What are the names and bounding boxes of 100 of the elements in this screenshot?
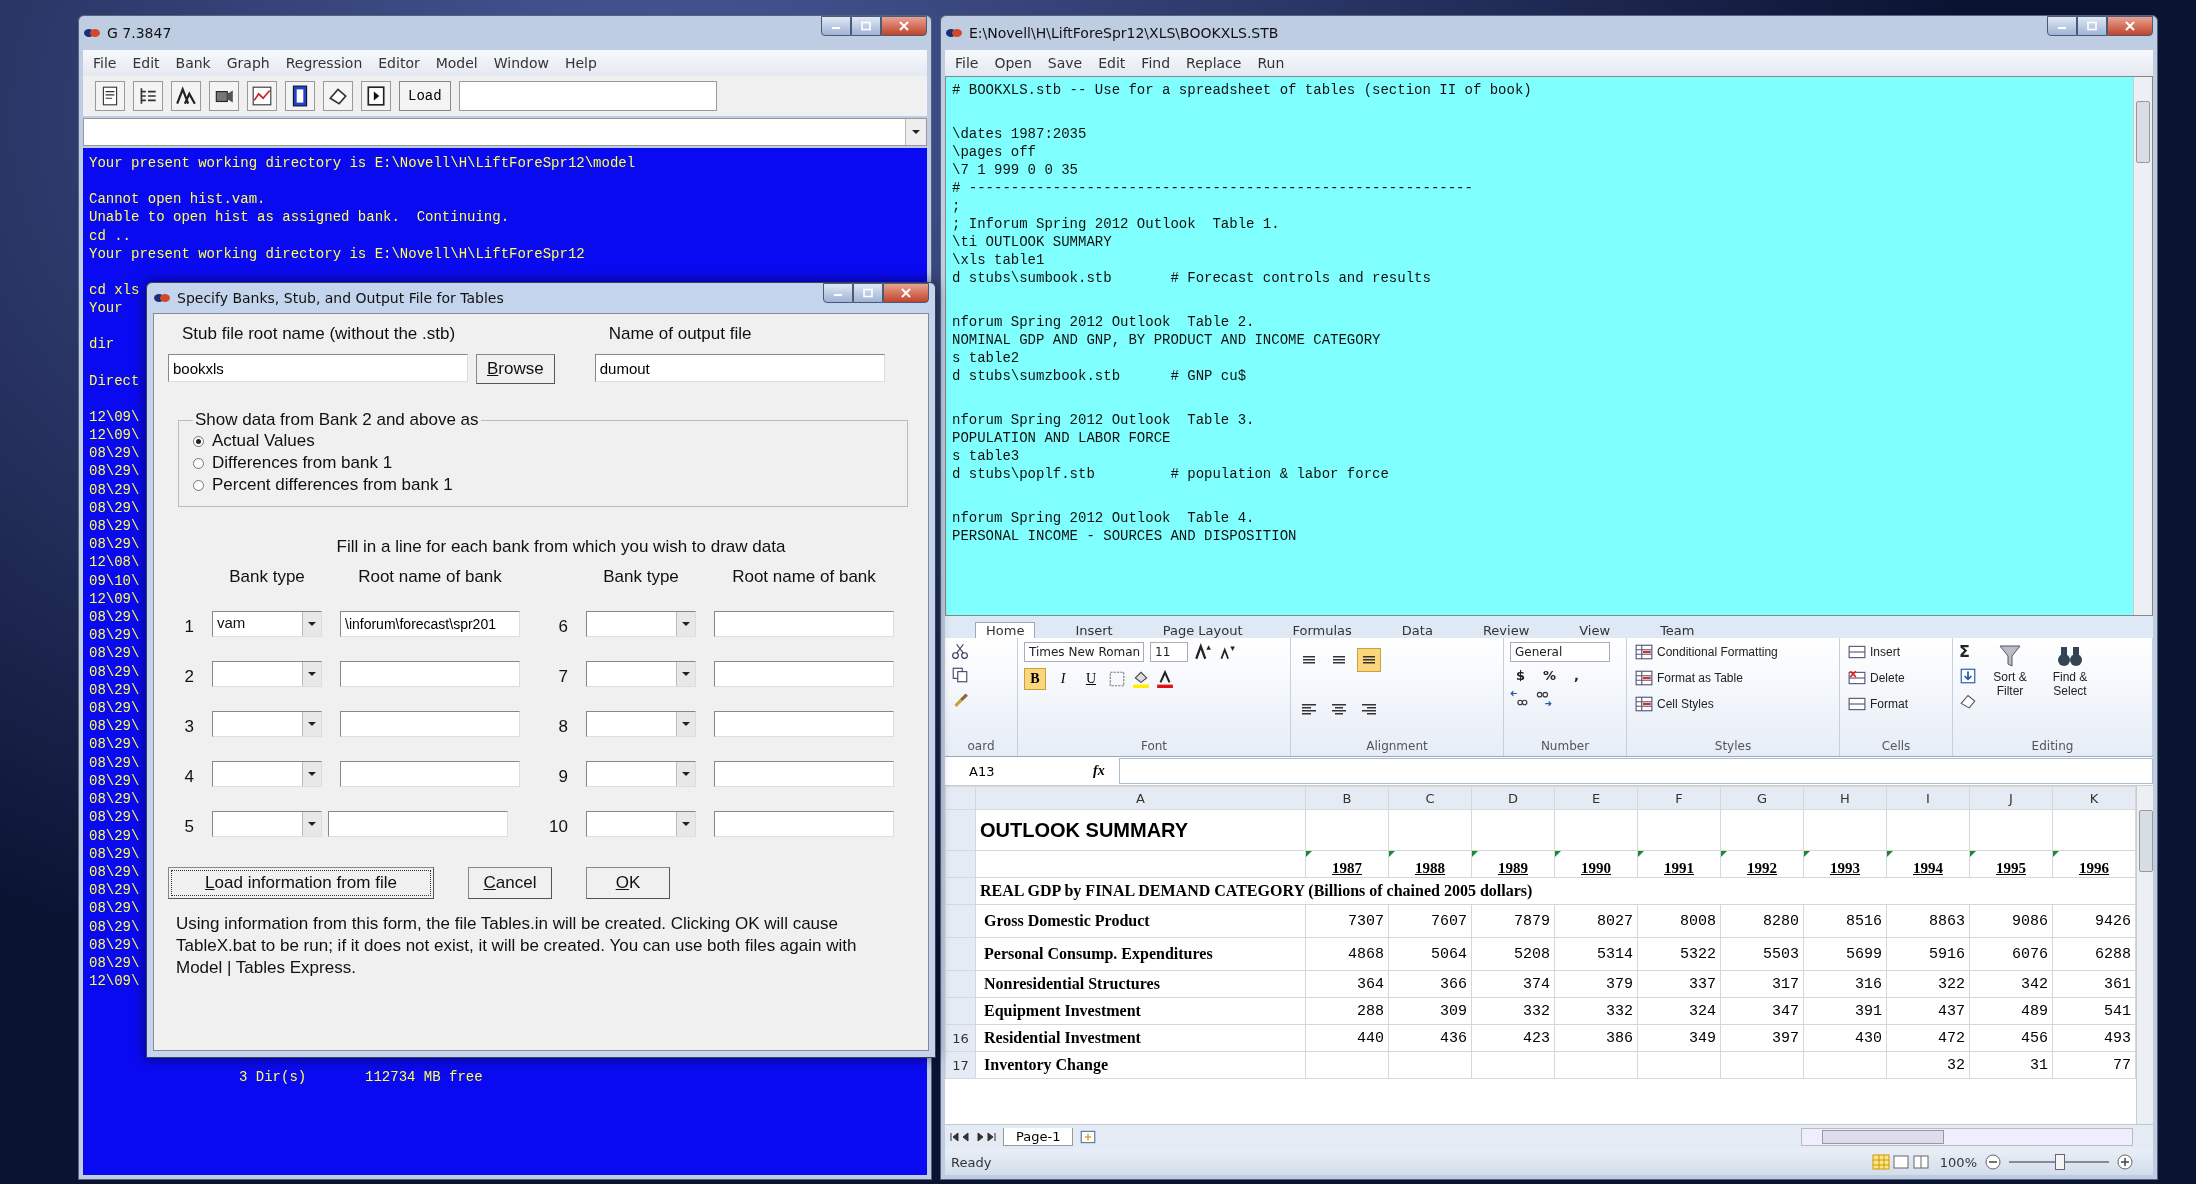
maximize-button[interactable]: [853, 283, 883, 303]
menu-item[interactable]: File: [955, 55, 979, 71]
menu-item[interactable]: Bank: [175, 55, 211, 71]
menu-item[interactable]: Window: [493, 55, 549, 71]
column-header[interactable]: G: [1720, 786, 1804, 810]
shrink-font-icon[interactable]: [1218, 643, 1236, 661]
column-header[interactable]: F: [1637, 786, 1721, 810]
radio-button[interactable]: [193, 479, 204, 491]
minimize-button[interactable]: [823, 283, 853, 303]
ribbon-button[interactable]: Cell Styles: [1633, 694, 1833, 714]
menu-item[interactable]: Model: [435, 55, 478, 71]
menu-item[interactable]: Graph: [226, 55, 270, 71]
ribbon-button[interactable]: Delete: [1846, 668, 1946, 688]
bank-root-field[interactable]: [340, 661, 520, 687]
toolbar-button[interactable]: [323, 81, 353, 111]
output-file-field[interactable]: dumout: [594, 354, 885, 382]
fill-bucket-icon[interactable]: [1132, 670, 1150, 688]
sheet-tab[interactable]: Page-1: [1003, 1128, 1074, 1146]
ribbon-button[interactable]: Format: [1846, 694, 1946, 714]
toolbar-button[interactable]: [285, 81, 315, 111]
browse-button[interactable]: Browse: [476, 354, 555, 384]
sheet-navigation-icon[interactable]: [949, 1131, 997, 1143]
column-header[interactable]: A: [975, 786, 1306, 810]
dropdown-button[interactable]: [676, 612, 695, 636]
sum-button[interactable]: Σ: [1959, 642, 1977, 661]
dropdown-button[interactable]: [676, 812, 695, 836]
radio-button[interactable]: [193, 457, 204, 469]
menu-item[interactable]: Help: [564, 55, 597, 71]
dropdown-button[interactable]: [302, 612, 321, 636]
menu-item[interactable]: Edit: [1098, 55, 1126, 71]
bank-root-field[interactable]: [714, 761, 894, 787]
dropdown-button[interactable]: [302, 762, 321, 786]
dropdown-button[interactable]: [302, 812, 321, 836]
align-button[interactable]: [1357, 648, 1381, 672]
ribbon-button[interactable]: Conditional Formatting: [1633, 642, 1833, 662]
row-header[interactable]: 17: [945, 1051, 976, 1079]
decrease-decimal-icon[interactable]: [1534, 689, 1552, 707]
minimize-button[interactable]: [2047, 16, 2077, 36]
radio-label[interactable]: Percent differences from bank 1: [212, 475, 453, 495]
scrollbar[interactable]: [2133, 77, 2152, 615]
ribbon-tab[interactable]: Page Layout: [1152, 623, 1253, 638]
ribbon-tab[interactable]: Insert: [1065, 623, 1123, 638]
column-header[interactable]: H: [1803, 786, 1887, 810]
bank-root-field[interactable]: [714, 811, 894, 837]
maximize-button[interactable]: [851, 16, 881, 36]
column-header[interactable]: K: [2052, 786, 2136, 810]
ok-button[interactable]: OK: [586, 867, 670, 899]
dropdown-button[interactable]: [302, 662, 321, 686]
dropdown-button[interactable]: [302, 712, 321, 736]
close-button[interactable]: [881, 16, 927, 36]
menu-item[interactable]: File: [93, 55, 117, 71]
formula-field[interactable]: [1118, 758, 2153, 784]
toolbar-button[interactable]: [209, 81, 239, 111]
ribbon-tab[interactable]: View: [1569, 623, 1621, 638]
font-color-icon[interactable]: [1156, 670, 1174, 688]
dropdown-button[interactable]: [676, 662, 695, 686]
bank-root-field[interactable]: \inforum\forecast\spr201: [340, 611, 520, 637]
bank-root-field[interactable]: [340, 711, 520, 737]
name-box[interactable]: A13: [949, 763, 1079, 779]
close-button[interactable]: [2107, 16, 2153, 36]
insert-function-button[interactable]: fx: [1087, 763, 1111, 779]
stub-name-field[interactable]: bookxls: [168, 354, 468, 382]
close-button[interactable]: [883, 283, 929, 303]
dropdown-button[interactable]: [676, 762, 695, 786]
minimize-button[interactable]: [821, 16, 851, 36]
radio-label[interactable]: Differences from bank 1: [212, 453, 393, 473]
zoom-slider-thumb[interactable]: [2055, 1154, 2065, 1170]
maximize-button[interactable]: [2077, 16, 2107, 36]
radio-button[interactable]: [193, 435, 204, 447]
scrollbar[interactable]: [2136, 786, 2153, 1124]
zoom-in-icon[interactable]: [2117, 1154, 2133, 1170]
borders-icon[interactable]: [1108, 670, 1126, 688]
column-header[interactable]: C: [1388, 786, 1472, 810]
ribbon-button[interactable]: Insert: [1846, 642, 1946, 662]
dropdown-button[interactable]: [905, 119, 926, 145]
bank-root-field[interactable]: [328, 811, 508, 837]
menu-item[interactable]: Open: [994, 55, 1032, 71]
ribbon-tab[interactable]: Formulas: [1282, 623, 1362, 638]
bank-root-field[interactable]: [714, 661, 894, 687]
menu-item[interactable]: Edit: [132, 55, 160, 71]
toolbar-button[interactable]: [171, 81, 201, 111]
underline-button[interactable]: U: [1080, 668, 1102, 690]
ribbon-tab[interactable]: Data: [1391, 623, 1443, 638]
ribbon-button[interactable]: Format as Table: [1633, 668, 1833, 688]
text-editor[interactable]: [945, 76, 2153, 616]
column-header[interactable]: D: [1471, 786, 1555, 810]
menu-item[interactable]: Run: [1257, 55, 1285, 71]
column-header[interactable]: B: [1305, 786, 1389, 810]
copy-icon[interactable]: [951, 666, 969, 684]
menu-item[interactable]: Save: [1047, 55, 1083, 71]
new-sheet-icon[interactable]: [1079, 1128, 1098, 1146]
number-format-button[interactable]: $: [1510, 668, 1532, 683]
bold-button[interactable]: B: [1024, 668, 1046, 690]
bank-type-dropdown[interactable]: vam: [212, 611, 322, 637]
ribbon-button[interactable]: Find & Select: [2043, 642, 2097, 739]
toolbar-button[interactable]: [133, 81, 163, 111]
toolbar-button[interactable]: [95, 81, 125, 111]
bank-root-field[interactable]: [340, 761, 520, 787]
menu-item[interactable]: Find: [1141, 55, 1171, 71]
ribbon-tab[interactable]: Home: [975, 622, 1036, 638]
